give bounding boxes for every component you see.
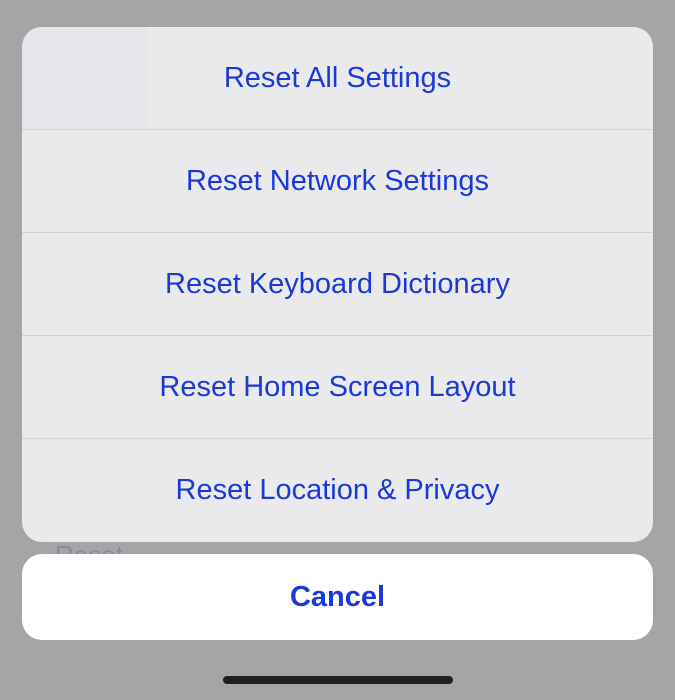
- action-item-label: Reset Keyboard Dictionary: [165, 268, 510, 301]
- action-item-label: Reset Network Settings: [186, 165, 489, 198]
- reset-keyboard-dictionary-button[interactable]: Reset Keyboard Dictionary: [22, 233, 653, 336]
- reset-all-settings-button[interactable]: Reset All Settings: [22, 27, 653, 130]
- action-item-label: Reset All Settings: [224, 62, 451, 95]
- action-sheet-container: Reset All Settings Reset Network Setting…: [22, 27, 653, 640]
- action-item-label: Reset Location & Privacy: [176, 474, 500, 507]
- cancel-button[interactable]: Cancel: [22, 554, 653, 640]
- reset-location-privacy-button[interactable]: Reset Location & Privacy: [22, 439, 653, 542]
- cancel-button-label: Cancel: [290, 581, 385, 614]
- reset-home-screen-layout-button[interactable]: Reset Home Screen Layout: [22, 336, 653, 439]
- reset-network-settings-button[interactable]: Reset Network Settings: [22, 130, 653, 233]
- home-indicator[interactable]: [223, 676, 453, 684]
- action-sheet: Reset All Settings Reset Network Setting…: [22, 27, 653, 542]
- action-item-label: Reset Home Screen Layout: [159, 371, 515, 404]
